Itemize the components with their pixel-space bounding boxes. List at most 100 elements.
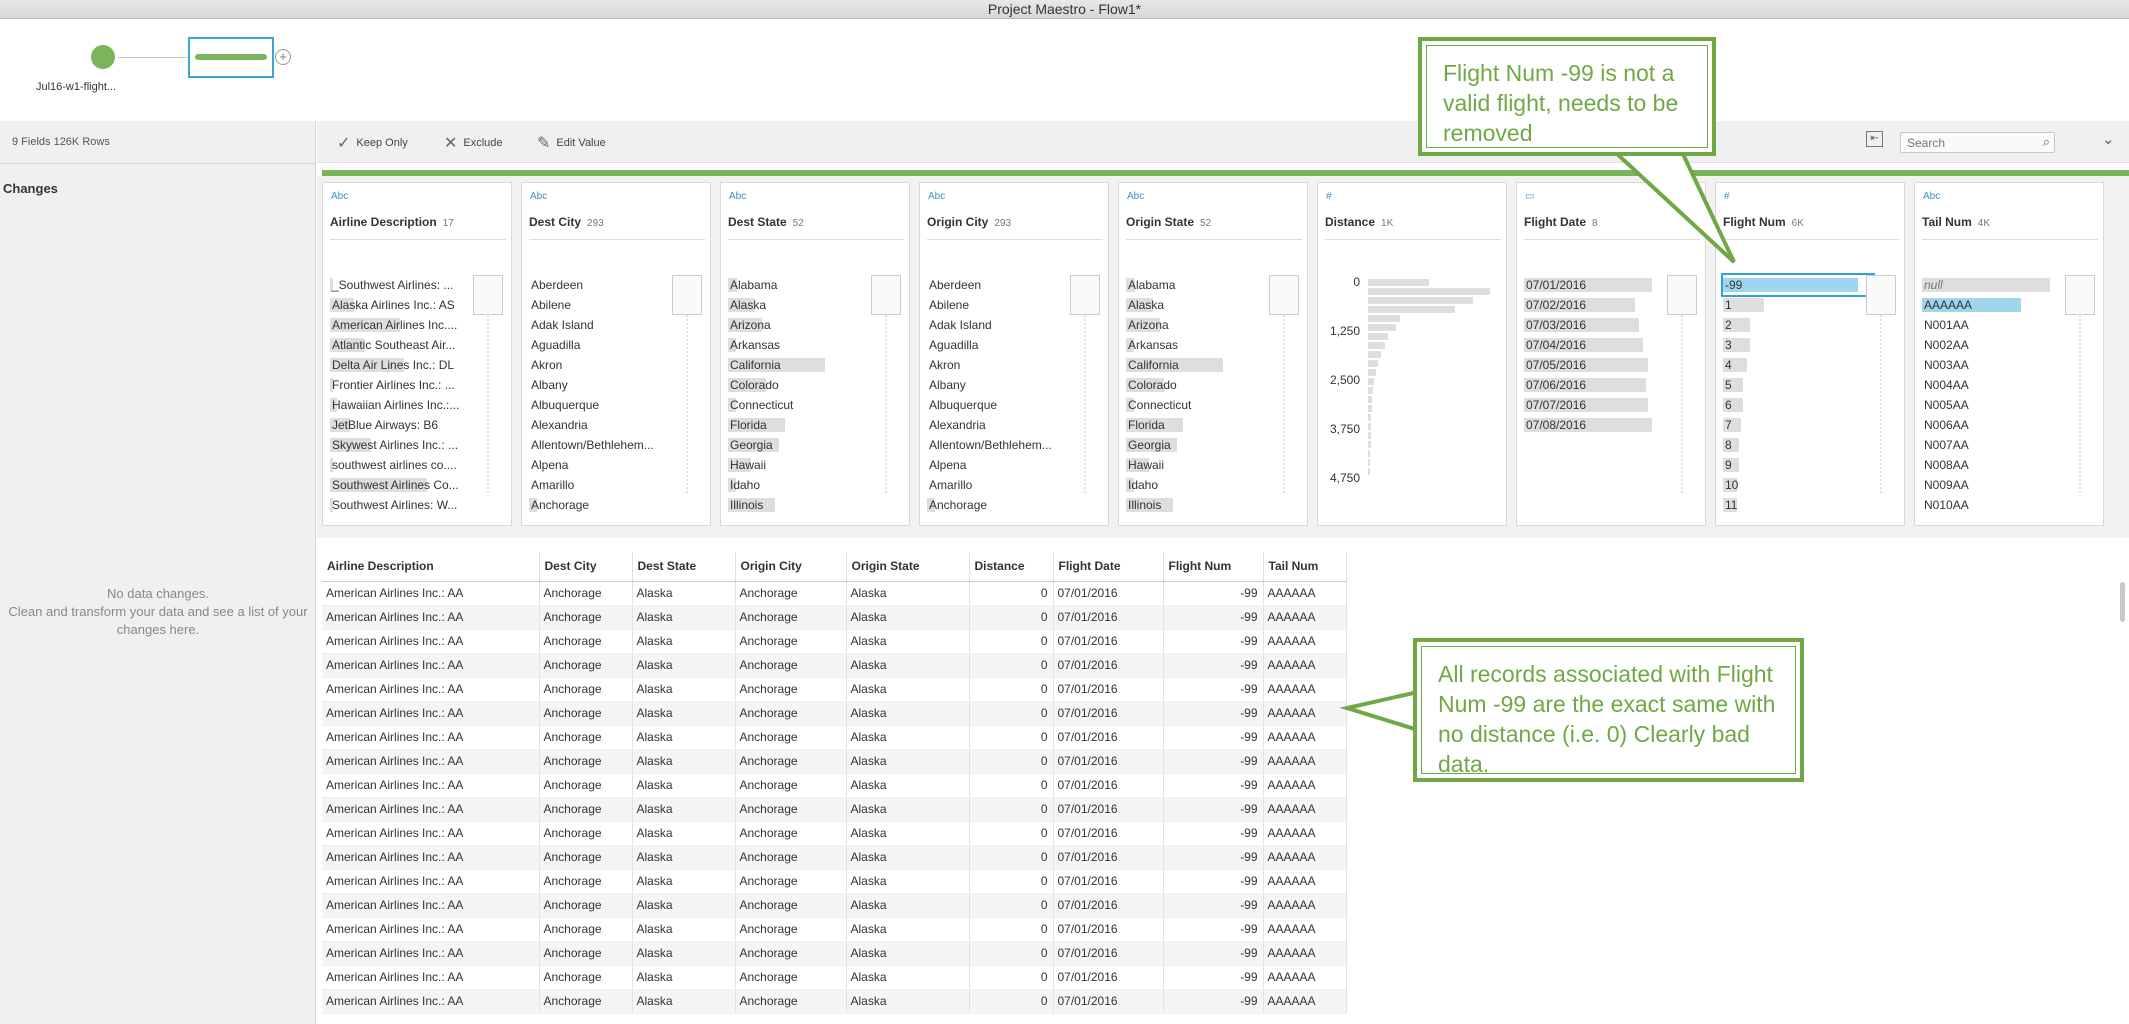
table-cell[interactable]: 0 <box>969 677 1054 702</box>
table-cell[interactable]: Alaska <box>632 821 736 846</box>
card-value-arizona[interactable]: Arizona <box>1126 315 1276 335</box>
table-cell[interactable]: Anchorage <box>735 629 847 654</box>
profile-card-origin-state[interactable]: Abc Origin State 52 Alabama Alaska Arizona Ark… <box>1118 182 1308 526</box>
card-value-amarillo[interactable]: Amarillo <box>927 475 1077 495</box>
table-cell[interactable]: American Airlines Inc.: AA <box>322 605 540 630</box>
card-value-southwest-airlines-co[interactable]: Southwest Airlines Co... <box>330 475 480 495</box>
table-cell[interactable]: -99 <box>1163 725 1264 750</box>
table-cell[interactable]: Anchorage <box>735 821 847 846</box>
card-value-alexandria[interactable]: Alexandria <box>927 415 1077 435</box>
table-cell[interactable]: American Airlines Inc.: AA <box>322 797 540 822</box>
table-cell[interactable]: Alaska <box>846 653 970 678</box>
table-cell[interactable]: AAAAAA <box>1263 797 1347 822</box>
card-value-07-03-2016[interactable]: 07/03/2016 <box>1524 315 1674 335</box>
table-cell[interactable]: Alaska <box>632 677 736 702</box>
grid-scrollbar[interactable] <box>2120 582 2125 622</box>
table-cell[interactable]: Anchorage <box>539 965 633 990</box>
table-cell[interactable]: 0 <box>969 749 1054 774</box>
card-value-11[interactable]: 11 <box>1723 495 1873 515</box>
profile-card-tail-num[interactable]: Abc Tail Num 4K null AAAAAA N001AA N002AA N003A… <box>1914 182 2104 526</box>
column-header-flight-date[interactable]: Flight Date <box>1053 552 1164 582</box>
table-cell[interactable]: AAAAAA <box>1263 893 1347 918</box>
table-cell[interactable]: Anchorage <box>539 845 633 870</box>
card-value-skywest-airlines-inc[interactable]: Skywest Airlines Inc.: ... <box>330 435 480 455</box>
table-cell[interactable]: -99 <box>1163 989 1264 1014</box>
card-value-adak-island[interactable]: Adak Island <box>927 315 1077 335</box>
table-cell[interactable]: -99 <box>1163 941 1264 966</box>
table-cell[interactable]: Anchorage <box>735 965 847 990</box>
table-cell[interactable]: -99 <box>1163 629 1264 654</box>
table-cell[interactable]: Alaska <box>846 869 970 894</box>
card-value-aguadilla[interactable]: Aguadilla <box>529 335 679 355</box>
card-minimap[interactable] <box>1070 275 1100 315</box>
card-value-10[interactable]: 10 <box>1723 475 1873 495</box>
card-value-n009aa[interactable]: N009AA <box>1922 475 2072 495</box>
table-row[interactable]: American Airlines Inc.: AA Anchorage Alask… <box>322 965 1347 990</box>
card-value-07-02-2016[interactable]: 07/02/2016 <box>1524 295 1674 315</box>
card-title[interactable]: Flight Date 8 <box>1524 215 1598 229</box>
card-value-colorado[interactable]: Colorado <box>728 375 878 395</box>
card-value-illinois[interactable]: Illinois <box>728 495 878 515</box>
table-cell[interactable]: 07/01/2016 <box>1053 605 1164 630</box>
card-value-albuquerque[interactable]: Albuquerque <box>529 395 679 415</box>
table-cell[interactable]: Alaska <box>846 893 970 918</box>
table-cell[interactable]: 07/01/2016 <box>1053 941 1164 966</box>
table-cell[interactable]: Alaska <box>846 749 970 774</box>
table-cell[interactable]: 07/01/2016 <box>1053 581 1164 606</box>
column-header-distance[interactable]: Distance <box>969 552 1054 582</box>
table-cell[interactable]: AAAAAA <box>1263 725 1347 750</box>
table-cell[interactable]: Anchorage <box>735 773 847 798</box>
card-value-american-airlines-inc[interactable]: American Airlines Inc.... <box>330 315 480 335</box>
table-cell[interactable]: American Airlines Inc.: AA <box>322 677 540 702</box>
table-cell[interactable]: Alaska <box>846 821 970 846</box>
table-cell[interactable]: Alaska <box>846 941 970 966</box>
table-cell[interactable]: 07/01/2016 <box>1053 917 1164 942</box>
table-cell[interactable]: Anchorage <box>539 701 633 726</box>
card-value-atlantic-southeast-air[interactable]: Atlantic Southeast Air... <box>330 335 480 355</box>
table-cell[interactable]: AAAAAA <box>1263 989 1347 1014</box>
card-value-6[interactable]: 6 <box>1723 395 1873 415</box>
table-cell[interactable]: 07/01/2016 <box>1053 845 1164 870</box>
histogram-bar[interactable] <box>1368 405 1372 412</box>
table-cell[interactable]: 0 <box>969 821 1054 846</box>
histogram-bar[interactable] <box>1368 360 1378 367</box>
card-value-7[interactable]: 7 <box>1723 415 1873 435</box>
table-cell[interactable]: 0 <box>969 893 1054 918</box>
table-cell[interactable]: 0 <box>969 701 1054 726</box>
card-value-n004aa[interactable]: N004AA <box>1922 375 2072 395</box>
table-cell[interactable]: Alaska <box>632 629 736 654</box>
input-node-label[interactable]: Jul16-w1-flight... <box>20 81 132 93</box>
table-cell[interactable]: 0 <box>969 989 1054 1014</box>
table-cell[interactable]: American Airlines Inc.: AA <box>322 581 540 606</box>
card-value-2[interactable]: 2 <box>1723 315 1873 335</box>
card-minimap[interactable] <box>2065 275 2095 315</box>
table-cell[interactable]: Anchorage <box>539 605 633 630</box>
search-icon[interactable]: ⌕ <box>2043 134 2050 150</box>
card-value-albany[interactable]: Albany <box>927 375 1077 395</box>
table-cell[interactable]: Anchorage <box>735 869 847 894</box>
table-cell[interactable]: Alaska <box>632 797 736 822</box>
histogram-bar[interactable] <box>1368 279 1429 286</box>
card-value-n003aa[interactable]: N003AA <box>1922 355 2072 375</box>
table-cell[interactable]: -99 <box>1163 869 1264 894</box>
input-node[interactable] <box>91 45 115 69</box>
card-value-california[interactable]: California <box>728 355 878 375</box>
table-cell[interactable]: Alaska <box>632 965 736 990</box>
card-value-alabama[interactable]: Alabama <box>1126 275 1276 295</box>
table-cell[interactable]: AAAAAA <box>1263 821 1347 846</box>
table-cell[interactable]: 0 <box>969 965 1054 990</box>
card-value-aberdeen[interactable]: Aberdeen <box>927 275 1077 295</box>
column-header-tail-num[interactable]: Tail Num <box>1263 552 1347 582</box>
table-cell[interactable]: -99 <box>1163 701 1264 726</box>
card-value-akron[interactable]: Akron <box>529 355 679 375</box>
table-cell[interactable]: Alaska <box>632 749 736 774</box>
table-cell[interactable]: Alaska <box>632 893 736 918</box>
table-cell[interactable]: American Airlines Inc.: AA <box>322 893 540 918</box>
table-cell[interactable]: AAAAAA <box>1263 869 1347 894</box>
table-cell[interactable]: Anchorage <box>735 677 847 702</box>
table-cell[interactable]: Anchorage <box>539 773 633 798</box>
card-title[interactable]: Origin City 293 <box>927 215 1011 229</box>
card-title[interactable]: Flight Num 6K <box>1723 215 1804 229</box>
table-row[interactable]: American Airlines Inc.: AA Anchorage Alask… <box>322 917 1347 942</box>
table-cell[interactable]: American Airlines Inc.: AA <box>322 653 540 678</box>
